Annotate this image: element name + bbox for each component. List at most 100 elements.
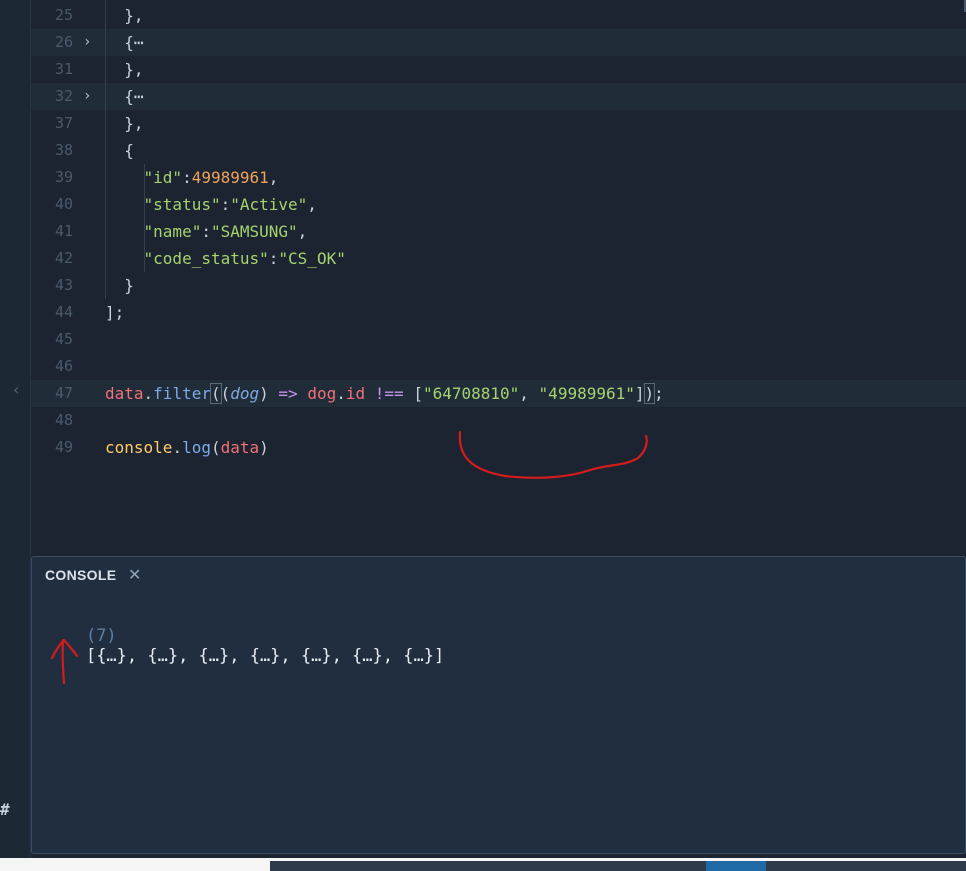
code-text: {⋯: [105, 29, 144, 56]
code-line[interactable]: 25 },: [31, 2, 966, 29]
code-line[interactable]: 42 "code_status":"CS_OK": [31, 245, 966, 272]
code-editor[interactable]: 25 }, 26 › {⋯ 31 }, 32 › {⋯ 37 }, 38 {39 "id":4…: [31, 0, 966, 547]
code-line[interactable]: 31 },: [31, 56, 966, 83]
hash-icon: #: [0, 800, 10, 819]
line-number: 26: [54, 33, 73, 51]
code-line[interactable]: 43 }: [31, 272, 966, 299]
code-line[interactable]: 49 console.log(data): [31, 434, 966, 461]
code-token: data: [105, 384, 144, 403]
code-text: "name":"SAMSUNG",: [105, 218, 308, 245]
code-token: ): [643, 383, 656, 404]
code-token: "id": [143, 168, 183, 187]
code-token: :: [182, 168, 192, 187]
code-token: "name": [143, 222, 202, 241]
code-token: ,: [307, 195, 317, 214]
line-number: 39: [54, 168, 73, 186]
code-token: {: [105, 141, 134, 160]
collapse-panel-chevron-icon[interactable]: ‹: [13, 380, 19, 399]
code-text: console.log(data): [105, 434, 269, 461]
code-token: 49989961: [191, 168, 269, 187]
code-text: {⋯: [105, 83, 143, 110]
code-text: {: [105, 137, 134, 164]
code-token: "code_status": [143, 249, 269, 268]
line-number: 49: [54, 438, 73, 456]
line-number: 25: [54, 6, 73, 24]
code-line[interactable]: 47 data.filter((dog) => dog.id !== ["6470…: [31, 380, 966, 407]
code-token: (: [210, 438, 221, 457]
fold-chevron-icon[interactable]: ›: [83, 29, 99, 56]
code-token: :: [268, 249, 279, 268]
line-number: 43: [54, 276, 73, 294]
line-number: 48: [54, 411, 73, 429]
code-token: ,: [268, 168, 279, 187]
console-close-icon[interactable]: ✕: [128, 565, 141, 584]
code-text: },: [105, 2, 144, 29]
line-number: 44: [54, 303, 73, 321]
horizontal-scrollbar-thumb[interactable]: [706, 861, 766, 871]
code-text: "status":"Active",: [105, 191, 317, 218]
code-token: ): [259, 438, 269, 457]
code-text: "id":49989961,: [105, 164, 279, 191]
horizontal-scrollbar-track[interactable]: [270, 861, 966, 871]
code-line[interactable]: 39 "id":49989961,: [31, 164, 966, 191]
code-token: "status": [143, 195, 221, 214]
code-token: ;: [654, 384, 664, 403]
code-line[interactable]: 44];: [31, 299, 966, 326]
code-line[interactable]: 48: [31, 407, 966, 434]
console-output[interactable]: (7) [{…}, {…}, {…}, {…}, {…}, {…}, {…}]: [45, 606, 444, 686]
line-number: 31: [54, 60, 73, 78]
code-token: }: [105, 276, 134, 295]
code-line[interactable]: 32 › {⋯: [31, 83, 966, 110]
code-token: :: [220, 195, 231, 214]
code-line[interactable]: 41 "name":"SAMSUNG",: [31, 218, 966, 245]
fold-chevron-icon[interactable]: ›: [83, 83, 99, 110]
array-length-badge: (7): [85, 626, 117, 646]
code-token: ,: [297, 222, 308, 241]
code-line[interactable]: 38 {: [31, 137, 966, 164]
line-number: 41: [54, 222, 73, 240]
line-number: 38: [54, 141, 73, 159]
line-number: 37: [54, 114, 73, 132]
code-token: .: [172, 438, 183, 457]
line-number: 45: [54, 330, 73, 348]
code-text: },: [105, 110, 143, 137]
code-text: "code_status":"CS_OK": [105, 245, 346, 272]
code-token: ): [259, 384, 279, 403]
line-number: 40: [54, 195, 73, 213]
code-token: :: [201, 222, 211, 241]
code-token: {: [105, 87, 134, 106]
line-number: 46: [54, 357, 73, 375]
code-line[interactable]: 26 › {⋯: [31, 29, 966, 56]
code-token: console: [105, 438, 173, 457]
indent-guide: [144, 164, 145, 272]
code-line[interactable]: 40 "status":"Active",: [31, 191, 966, 218]
code-token: .: [143, 384, 154, 403]
code-line[interactable]: 45: [31, 326, 966, 353]
code-token: ]: [634, 384, 645, 403]
code-line[interactable]: 46: [31, 353, 966, 380]
code-token: "CS_OK": [278, 249, 346, 268]
code-token: dog: [307, 384, 337, 403]
code-token: id: [345, 384, 366, 403]
code-token: (: [210, 383, 222, 404]
code-token: (: [220, 384, 231, 403]
code-line[interactable]: 37 },: [31, 110, 966, 137]
code-token: {: [105, 33, 134, 52]
code-text: }: [105, 272, 134, 299]
code-token: },: [105, 6, 144, 25]
code-token: data: [220, 438, 260, 457]
code-token: "49989961": [538, 384, 635, 403]
code-token: log: [182, 438, 211, 457]
code-token: .: [336, 384, 346, 403]
code-token: "SAMSUNG": [210, 222, 298, 241]
code-text: data.filter((dog) => dog.id !== ["647088…: [105, 380, 664, 407]
code-token: ⋯: [133, 33, 144, 52]
code-token: dog: [230, 384, 260, 403]
array-preview[interactable]: [{…}, {…}, {…}, {…}, {…}, {…}, {…}]: [86, 646, 444, 666]
